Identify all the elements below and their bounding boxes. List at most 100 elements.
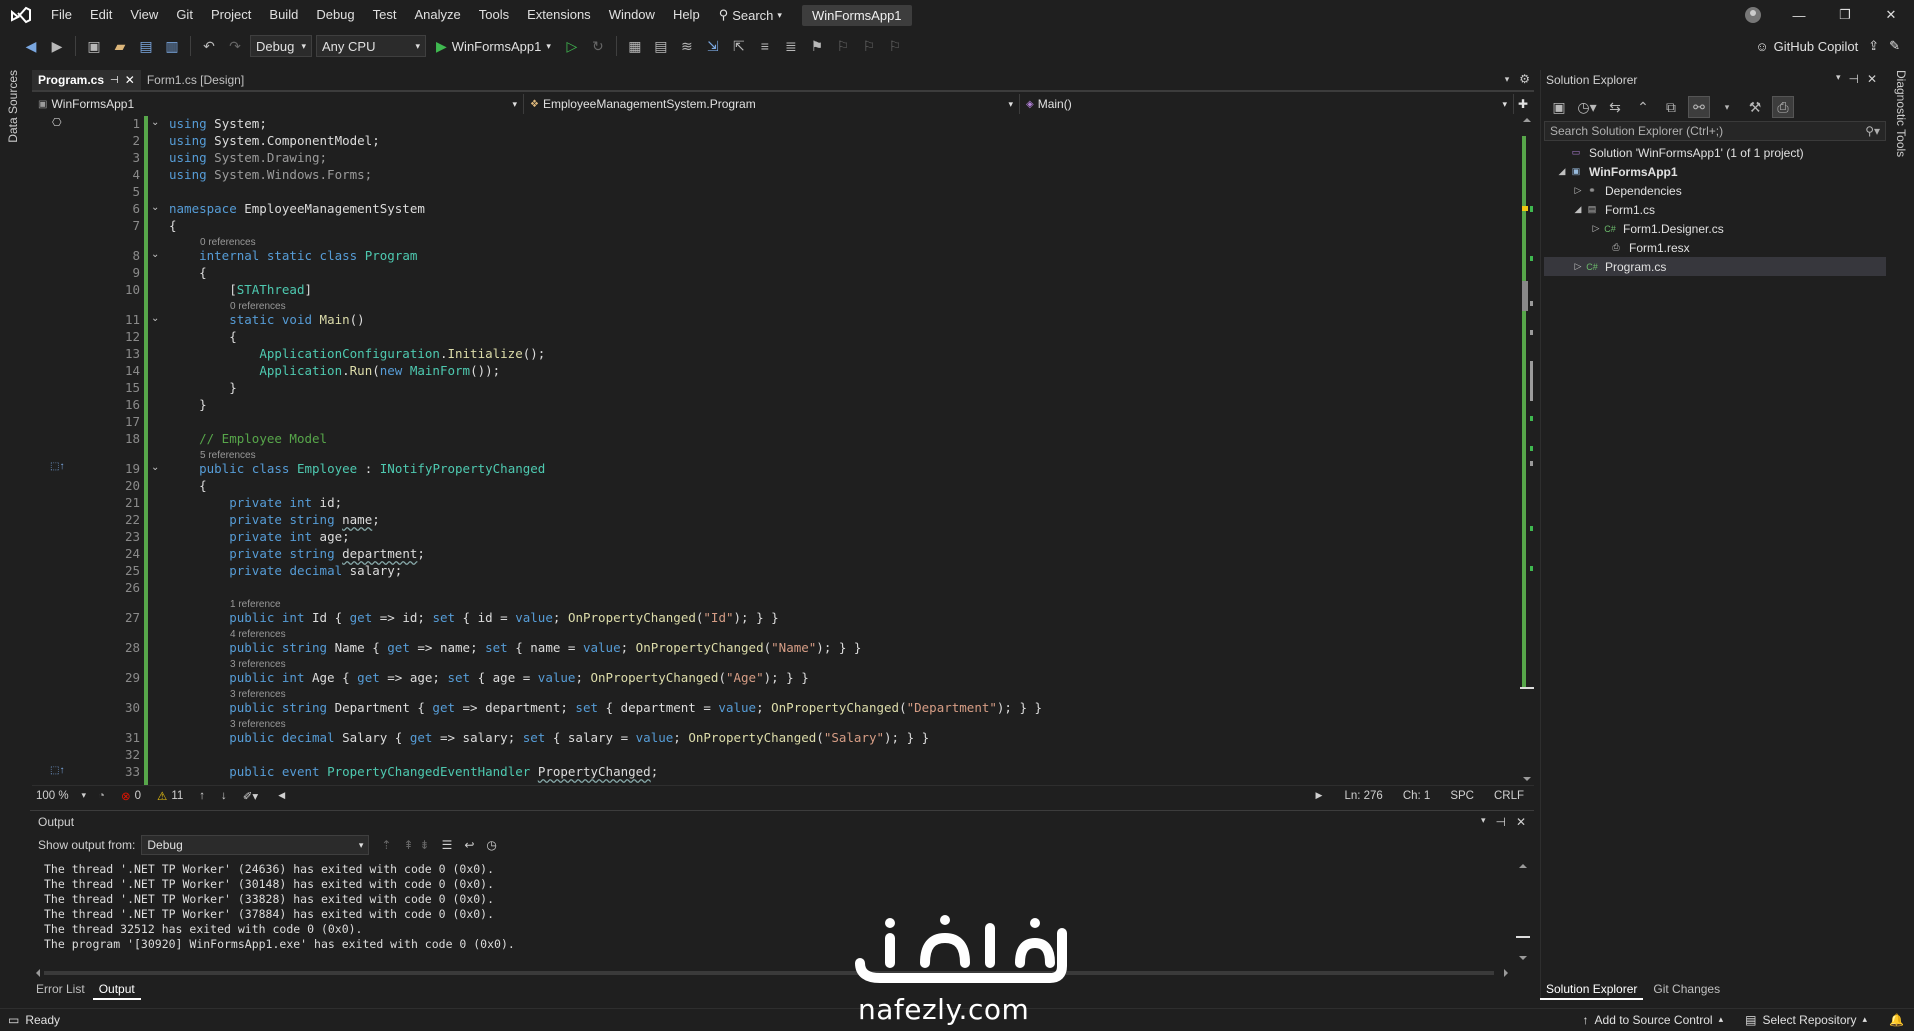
close-window-button[interactable]: ✕ xyxy=(1868,0,1914,30)
project-dropdown[interactable]: ▣ WinFormsApp1 ▾ xyxy=(32,94,524,114)
next-message-icon[interactable]: ⇟ xyxy=(420,838,430,852)
codelens-references[interactable]: 3 references xyxy=(230,659,286,670)
browse-icon[interactable]: ▦ xyxy=(624,35,646,57)
tab-solution-explorer[interactable]: Solution Explorer xyxy=(1540,980,1644,1000)
tree-item-form1-designer[interactable]: ▷ C# Form1.Designer.cs xyxy=(1544,219,1886,238)
pin-icon[interactable]: ⊣ xyxy=(110,75,119,86)
collapsed-arrow-icon[interactable]: ▷ xyxy=(1572,185,1584,196)
tree-item-solution[interactable]: ▭ Solution 'WinFormsApp1' (1 of 1 projec… xyxy=(1544,143,1886,162)
find-message-icon[interactable]: ⇡ xyxy=(375,838,397,852)
codelens-references[interactable]: 3 references xyxy=(230,689,286,700)
uncomment-icon[interactable]: ≣ xyxy=(780,35,802,57)
collapse-chevron-icon[interactable]: ⌄ xyxy=(151,463,161,473)
next-bookmark-icon[interactable]: ⚐ xyxy=(858,35,880,57)
output-horizontal-scrollbar[interactable] xyxy=(30,966,1516,980)
menu-project[interactable]: Project xyxy=(202,0,260,30)
save-all-icon[interactable]: ▥ xyxy=(161,35,183,57)
collapse-chevron-icon[interactable]: ⌄ xyxy=(151,203,161,213)
implementation-marker-icon[interactable]: ⬚↑ xyxy=(50,461,64,472)
comment-icon[interactable]: ≡ xyxy=(754,35,776,57)
feedback-icon[interactable]: ✎ xyxy=(1889,38,1900,54)
close-icon[interactable]: ✕ xyxy=(1867,72,1877,86)
tree-item-form1[interactable]: ◢ ▤ Form1.cs xyxy=(1544,200,1886,219)
expanded-arrow-icon[interactable]: ◢ xyxy=(1556,166,1568,177)
collapsed-arrow-icon[interactable]: ▷ xyxy=(1572,261,1584,272)
type-dropdown[interactable]: ❖ EmployeeManagementSystem.Program ▾ xyxy=(524,94,1020,114)
codelens-references[interactable]: 0 references xyxy=(200,237,256,248)
implementation-marker-icon[interactable]: ⬚↑ xyxy=(50,765,64,776)
properties-wrench-icon[interactable]: ⚒ xyxy=(1744,96,1766,118)
codelens-references[interactable]: 4 references xyxy=(230,629,286,640)
codelens-references[interactable]: 5 references xyxy=(200,450,256,461)
platform-dropdown[interactable]: Any CPU ▾ xyxy=(316,35,426,57)
menu-tools[interactable]: Tools xyxy=(470,0,518,30)
menu-test[interactable]: Test xyxy=(364,0,406,30)
output-vertical-scrollbar[interactable] xyxy=(1516,858,1530,966)
spacing-indicator[interactable]: SPC xyxy=(1440,790,1484,802)
open-file-icon[interactable]: ▰ xyxy=(109,35,131,57)
navigate-back-icon[interactable]: ◀ xyxy=(20,35,42,57)
word-wrap-icon[interactable]: ↩ xyxy=(464,838,474,852)
collapse-chevron-icon[interactable]: ⌄ xyxy=(151,314,161,324)
filter-dropdown-icon[interactable]: ▾ xyxy=(1716,96,1738,118)
tree-item-form1-resx[interactable]: ⎙ Form1.resx xyxy=(1544,238,1886,257)
tab-error-list[interactable]: Error List xyxy=(30,980,91,1000)
output-text-area[interactable]: The thread '.NET TP Worker' (24636) has … xyxy=(30,862,1516,962)
split-editor-icon[interactable]: ✚ xyxy=(1514,97,1532,111)
tree-item-project[interactable]: ◢ ▣ WinFormsApp1 xyxy=(1544,162,1886,181)
menu-file[interactable]: File xyxy=(42,0,81,30)
menu-view[interactable]: View xyxy=(121,0,167,30)
navigate-forward-icon[interactable]: ▶ xyxy=(46,35,68,57)
clear-bookmarks-icon[interactable]: ⚐ xyxy=(884,35,906,57)
codelens-references[interactable]: 3 references xyxy=(230,719,286,730)
show-all-files-icon[interactable]: ⧉ xyxy=(1660,96,1682,118)
clear-all-icon[interactable]: ☰ xyxy=(436,838,459,852)
expanded-arrow-icon[interactable]: ◢ xyxy=(1572,204,1584,215)
warning-count[interactable]: ⚠ 11 xyxy=(149,789,191,803)
step-over-icon[interactable]: ⇱ xyxy=(728,35,750,57)
bookmark-icon[interactable]: ⚑ xyxy=(806,35,828,57)
switch-views-icon[interactable]: ▣ xyxy=(1548,96,1570,118)
timestamp-icon[interactable]: ◷ xyxy=(480,838,502,852)
start-debugging-button[interactable]: ▶ WinFormsApp1 ▾ xyxy=(430,38,557,55)
tab-output[interactable]: Output xyxy=(92,980,141,1000)
start-without-debugging-icon[interactable]: ▷ xyxy=(561,35,583,57)
filter-icon[interactable]: ⚯ xyxy=(1688,96,1710,118)
copilot-status-icon[interactable]: ◔ xyxy=(90,790,113,802)
close-icon[interactable]: ✕ xyxy=(125,73,135,87)
code-cleanup-icon[interactable]: ✐▾ xyxy=(235,789,266,803)
code-editor[interactable]: ⎔ ⬚↑ ⬚↑ 1 2 3 4 5 6 7 8 9 10 11 12 13 14… xyxy=(32,116,1520,785)
scroll-left-icon[interactable]: ◀ xyxy=(266,790,297,801)
tab-program-cs[interactable]: Program.cs ⊣ ✕ xyxy=(32,70,141,90)
layout-icon[interactable]: ▤ xyxy=(650,35,672,57)
menu-build[interactable]: Build xyxy=(260,0,307,30)
menu-debug[interactable]: Debug xyxy=(307,0,363,30)
output-source-dropdown[interactable]: Debug ▾ xyxy=(141,835,370,855)
pending-changes-icon[interactable]: ◷▾ xyxy=(1576,96,1598,118)
save-icon[interactable]: ▤ xyxy=(135,35,157,57)
select-repository-button[interactable]: ▤ Select Repository ▴ xyxy=(1745,1013,1867,1027)
format-icon[interactable]: ≋ xyxy=(676,35,698,57)
preview-selected-icon[interactable]: ⎙ xyxy=(1772,96,1794,118)
scroll-right-icon[interactable]: ▶ xyxy=(1304,790,1335,801)
menu-edit[interactable]: Edit xyxy=(81,0,121,30)
collapse-all-icon[interactable]: ⌃ xyxy=(1632,96,1654,118)
undo-icon[interactable]: ↶ xyxy=(198,35,220,57)
sync-with-document-icon[interactable]: ⇆ xyxy=(1604,96,1626,118)
menu-window[interactable]: Window xyxy=(600,0,664,30)
collapse-chevron-icon[interactable]: ⌄ xyxy=(151,250,161,260)
hot-reload-icon[interactable]: ↻ xyxy=(587,35,609,57)
visual-studio-logo-icon[interactable] xyxy=(0,0,42,30)
new-project-icon[interactable]: ▣ xyxy=(83,35,105,57)
next-issue-icon[interactable]: ↓ xyxy=(213,790,235,802)
collapsed-arrow-icon[interactable]: ▷ xyxy=(1590,223,1602,234)
search-menu[interactable]: ⚲ Search ▾ xyxy=(709,7,792,23)
panel-options-icon[interactable]: ▾ xyxy=(1836,72,1841,86)
line-ending-indicator[interactable]: CRLF xyxy=(1484,790,1534,802)
menu-analyze[interactable]: Analyze xyxy=(405,0,469,30)
tab-git-changes[interactable]: Git Changes xyxy=(1647,980,1726,1000)
panel-options-icon[interactable]: ▾ xyxy=(1481,815,1486,829)
add-to-source-control-button[interactable]: ↑ Add to Source Control ▴ xyxy=(1583,1013,1724,1027)
share-icon[interactable]: ⇪ xyxy=(1868,38,1879,54)
prev-bookmark-icon[interactable]: ⚐ xyxy=(832,35,854,57)
